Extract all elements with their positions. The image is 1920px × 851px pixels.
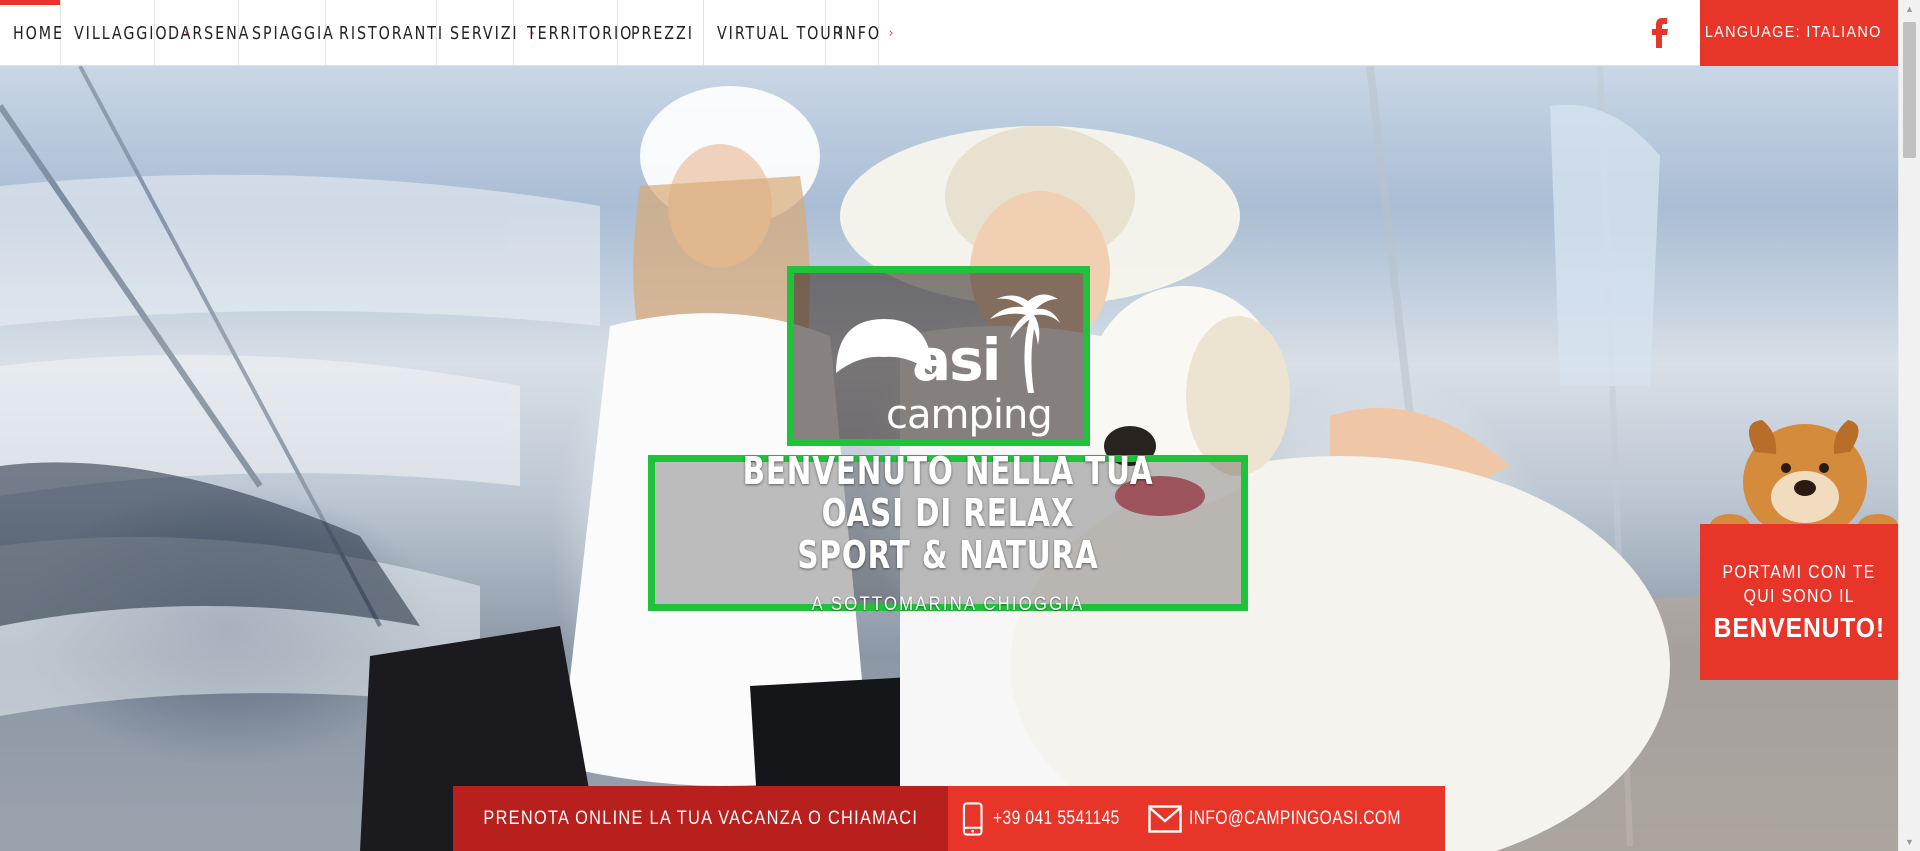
hero-headline-line2: SPORT & NATURA: [797, 533, 1099, 577]
chevron-right-icon: ›: [888, 25, 894, 41]
logo-subword: camping: [886, 392, 1053, 438]
logo-text: asi camping: [794, 273, 1083, 439]
booking-bar: PRENOTA ONLINE LA TUA VACANZA O CHIAMACI…: [453, 786, 1445, 851]
book-online-button[interactable]: PRENOTA ONLINE LA TUA VACANZA O CHIAMACI: [453, 786, 948, 851]
hero-headline-block: BENVENUTO NELLA TUA OASI DI RELAX SPORT …: [648, 450, 1248, 615]
facebook-link[interactable]: [1640, 10, 1680, 56]
nav-item-label: INFO: [839, 22, 882, 44]
nav-item-territorio[interactable]: TERRITORIO: [514, 0, 631, 66]
language-selector[interactable]: LANGUAGE: ITALIANO ›: [1700, 0, 1904, 66]
scroll-up-arrow-icon[interactable]: ▲: [1899, 0, 1920, 18]
pet-promo-panel: PORTAMI CON TE QUI SONO IL BENVENUTO!: [1700, 524, 1898, 680]
nav-menu: HOME VILLAGGIO › DARSENA SPIAGGIA RISTORANTI S…: [0, 0, 893, 66]
top-navigation: HOME VILLAGGIO › DARSENA SPIAGGIA RISTORANTI S…: [0, 0, 1920, 66]
hero-subheadline: A SOTTOMARINA CHIOGGIA: [811, 594, 1085, 615]
logo-word: asi: [912, 326, 1002, 394]
contact-bar: +39 041 5541145 INFO@CAMPINGOASI.COM: [948, 786, 1445, 851]
language-label: LANGUAGE: ITALIANO: [1704, 24, 1882, 41]
pet-friendly-promo[interactable]: PORTAMI CON TE QUI SONO IL BENVENUTO!: [1700, 402, 1898, 740]
email-icon: [1148, 804, 1182, 833]
nav-item-spiaggia[interactable]: SPIAGGIA: [239, 0, 333, 66]
nav-item-label: DARSENA: [168, 22, 251, 44]
dog-illustration: [1710, 420, 1898, 540]
nav-item-label: SERVIZI: [450, 22, 519, 44]
phone-number: +39 041 5541145: [993, 807, 1121, 829]
nav-item-home[interactable]: HOME: [0, 0, 64, 66]
nav-item-info[interactable]: INFO ›: [826, 0, 893, 66]
nav-item-label: PREZZI: [631, 22, 694, 44]
scroll-down-arrow-icon[interactable]: ▼: [1899, 833, 1920, 851]
hero-headline-line1: BENVENUTO NELLA TUA OASI DI RELAX: [742, 449, 1154, 535]
camping-logo: asi camping: [787, 266, 1090, 446]
pet-promo-line3: BENVENUTO!: [1713, 612, 1885, 643]
facebook-icon: [1652, 18, 1668, 48]
hero-headline: BENVENUTO NELLA TUA OASI DI RELAX SPORT …: [696, 450, 1200, 576]
nav-item-prezzi[interactable]: PREZZI: [618, 0, 704, 66]
book-online-label: PRENOTA ONLINE LA TUA VACANZA O CHIAMACI: [483, 807, 918, 829]
email-link[interactable]: INFO@CAMPINGOASI.COM: [1148, 786, 1447, 851]
scrollbar-thumb[interactable]: [1903, 22, 1916, 158]
nav-item-villaggio[interactable]: VILLAGGIO ›: [61, 0, 188, 66]
hero-banner: asi camping BENVENUTO NELLA TUA OASI DI …: [0, 66, 1898, 851]
page-scrollbar[interactable]: ▲ ▼: [1898, 0, 1920, 851]
nav-item-label: HOME: [13, 22, 64, 44]
nav-item-virtual-tour[interactable]: VIRTUAL TOUR: [704, 0, 843, 66]
nav-item-label: SPIAGGIA: [252, 22, 335, 44]
phone-icon: [962, 801, 983, 836]
nav-item-servizi[interactable]: SERVIZI ›: [437, 0, 535, 66]
email-address: INFO@CAMPINGOASI.COM: [1189, 807, 1401, 829]
nav-item-label: RISTORANTI: [339, 22, 444, 44]
phone-link[interactable]: +39 041 5541145: [958, 786, 1148, 851]
pet-promo-line1: PORTAMI CON TE: [1722, 562, 1876, 582]
pet-promo-line2: QUI SONO IL: [1743, 586, 1855, 606]
nav-item-ristoranti[interactable]: RISTORANTI: [326, 0, 442, 66]
nav-item-darsena[interactable]: DARSENA: [155, 0, 248, 66]
